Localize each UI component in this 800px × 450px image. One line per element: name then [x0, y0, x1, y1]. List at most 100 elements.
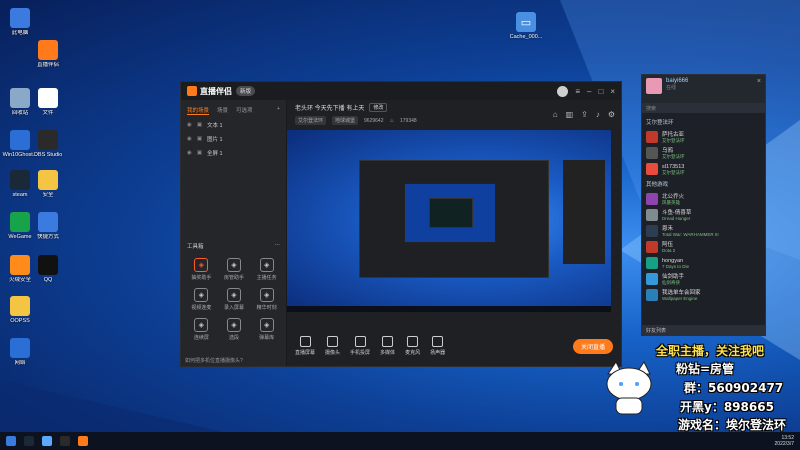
- source-button[interactable]: 扬声器: [430, 336, 445, 356]
- qq-search-input[interactable]: 搜索: [642, 103, 765, 113]
- stop-live-button[interactable]: 关闭直播: [572, 338, 613, 354]
- contact-group-header[interactable]: 艾尔登法环: [642, 115, 765, 129]
- close-icon[interactable]: ×: [757, 78, 761, 85]
- tool-item[interactable]: ◈ 房管助手: [218, 258, 251, 281]
- overlay-team-text: 开黑y：898665: [680, 400, 774, 414]
- contact-group-header[interactable]: 其他游戏: [642, 177, 765, 191]
- tab-scenes[interactable]: 场景: [217, 106, 228, 115]
- desktop-icon[interactable]: 网络: [2, 338, 38, 366]
- settings-icon[interactable]: ⚙: [608, 110, 615, 119]
- qq-footer[interactable]: 好友列表: [642, 325, 765, 335]
- close-icon[interactable]: ×: [610, 87, 615, 96]
- menu-icon[interactable]: ≡: [575, 87, 580, 96]
- app-icon: [38, 88, 58, 108]
- contact-item[interactable]: 我选单车会回家 Wallpaper Engine: [642, 287, 765, 303]
- scene-item-text[interactable]: ◉ ▣ 文本 1: [181, 118, 286, 132]
- source-button[interactable]: 麦克风: [405, 336, 420, 356]
- toolbox-grid: ◈ 抽奖助手 ◈ 房管助手 ◈ 主播任务 ◈ 视频连麦 ◈ 录入屏幕 ◈ 精华时刻 ◈ 连续屏 ◈ 选段 ◈ 弹幕…: [185, 258, 283, 341]
- tab-my-scenes[interactable]: 我的场景: [187, 106, 210, 115]
- desktop-icon[interactable]: 安全: [30, 170, 66, 198]
- contact-avatar: [646, 147, 658, 159]
- obs-taskbar-icon[interactable]: [60, 436, 70, 446]
- room-title: 老头环 今天先下播 有上天: [295, 106, 365, 112]
- qq-avatar[interactable]: [646, 78, 662, 94]
- overlay-follow-text: 全职主播，关注我吧: [656, 344, 765, 358]
- steam-taskbar-icon[interactable]: [24, 436, 34, 446]
- file-icon: ▭: [516, 12, 536, 32]
- source-icon: [299, 336, 311, 347]
- system-clock[interactable]: 13:52 2022/3/7: [775, 435, 794, 447]
- app-icon: [38, 212, 58, 232]
- streaming-app-taskbar-icon[interactable]: [78, 436, 88, 446]
- more-icon[interactable]: ⋯: [275, 242, 281, 250]
- tool-item[interactable]: ◈ 连续屏: [185, 318, 218, 341]
- tool-icon: ◈: [194, 318, 209, 332]
- eye-icon[interactable]: ◉: [187, 136, 192, 142]
- desktop-icon[interactable]: 此电脑: [2, 8, 38, 36]
- desktop-icon[interactable]: OBS Studio: [30, 130, 66, 158]
- add-scene-icon[interactable]: +: [277, 106, 280, 115]
- app-icon: [10, 130, 30, 150]
- source-button[interactable]: 手机投屏: [350, 336, 370, 356]
- minimize-icon[interactable]: –: [587, 87, 591, 96]
- contact-item[interactable]: 萨托古亚 艾尔登法环: [642, 129, 765, 145]
- desktop-icon[interactable]: 直播伴侣: [30, 40, 66, 68]
- contact-item[interactable]: 乌鸦 艾尔登法环: [642, 145, 765, 161]
- desktop-icon[interactable]: 文件: [30, 88, 66, 116]
- source-button[interactable]: 多媒体: [380, 336, 395, 356]
- lock-icon[interactable]: ▣: [197, 122, 202, 128]
- share-icon[interactable]: ⇪: [581, 110, 588, 119]
- bell-icon[interactable]: ♪: [596, 110, 600, 119]
- contact-item[interactable]: 恩禾 Total War: WARHAMMER III: [642, 223, 765, 239]
- live-preview[interactable]: [287, 130, 611, 312]
- contact-item[interactable]: 斗鱼-倩喜草 Dread Hunger: [642, 207, 765, 223]
- desktop-icon[interactable]: OOPSS: [2, 296, 38, 324]
- source-button[interactable]: 直播屏幕: [295, 336, 315, 356]
- contacts-window[interactable]: baiyi666 在线 × 搜索 艾尔登法环 萨托古亚 艾尔登法环 乌鸦 艾尔登法环 s…: [641, 74, 766, 336]
- contact-item[interactable]: sl173513 艾尔登法环: [642, 161, 765, 177]
- tool-item[interactable]: ◈ 选段: [218, 318, 251, 341]
- app-icon: [10, 255, 30, 275]
- contact-avatar: [646, 225, 658, 237]
- room-tag[interactable]: 艾尔登法环: [295, 116, 327, 125]
- tool-item[interactable]: ◈ 录入屏幕: [218, 288, 251, 311]
- app-icon: [10, 338, 30, 358]
- eye-icon[interactable]: ◉: [187, 122, 192, 128]
- contact-item[interactable]: 阿伍 Dota 2: [642, 239, 765, 255]
- start-icon[interactable]: [6, 436, 16, 446]
- tool-item[interactable]: ◈ 弹幕库: [250, 318, 283, 341]
- room-tag[interactable]: 地球城堡: [332, 116, 359, 125]
- edit-title-button[interactable]: 修改: [369, 103, 388, 112]
- scene-item-fullscreen[interactable]: ◉ ▣ 全屏 1: [181, 146, 286, 160]
- lock-icon[interactable]: ▣: [197, 136, 202, 142]
- source-button[interactable]: 摄像头: [325, 336, 340, 356]
- desktop-file-icon[interactable]: ▭ Cache_000...: [508, 12, 544, 40]
- source-icon: [327, 336, 339, 347]
- contact-item[interactable]: 北公乔火 风暴英雄: [642, 191, 765, 207]
- app-titlebar[interactable]: 直播伴侣 新版 ≡ – □ ×: [181, 82, 621, 100]
- user-avatar[interactable]: [557, 85, 569, 97]
- version-badge[interactable]: 新版: [236, 86, 256, 96]
- tool-item[interactable]: ◈ 精华时刻: [250, 288, 283, 311]
- contact-item[interactable]: hongyan 7 Days to Die: [642, 255, 765, 271]
- contact-avatar: [646, 163, 658, 175]
- help-notice[interactable]: 如何把多机位直播摄像头?: [185, 357, 243, 364]
- tool-item[interactable]: ◈ 抽奖助手: [185, 258, 218, 281]
- contact-item[interactable]: 仙剑助手 仙剑奇侠: [642, 271, 765, 287]
- desktop-icon[interactable]: 快捷方式: [30, 212, 66, 240]
- desktop-icon[interactable]: QQ: [30, 255, 66, 283]
- tool-item[interactable]: ◈ 视频连麦: [185, 288, 218, 311]
- taskbar: 13:52 2022/3/7: [0, 432, 800, 450]
- eye-icon[interactable]: ◉: [187, 150, 192, 156]
- lock-icon[interactable]: ▣: [197, 150, 202, 156]
- record-icon[interactable]: ▥: [566, 110, 574, 119]
- tool-item[interactable]: ◈ 主播任务: [250, 258, 283, 281]
- scene-item-image[interactable]: ◉ ▣ 图片 1: [181, 132, 286, 146]
- source-icon: [432, 336, 444, 347]
- explorer-taskbar-icon[interactable]: [42, 436, 52, 446]
- maximize-icon[interactable]: □: [598, 87, 603, 96]
- room-info-bar: 老头环 今天先下播 有上天 修改 艾尔登法环 地球城堡 9629642 ♨ 17…: [287, 100, 621, 130]
- tab-options[interactable]: 可选项: [236, 106, 253, 115]
- gift-icon[interactable]: ⌂: [553, 110, 558, 119]
- preview-contacts: [563, 160, 605, 264]
